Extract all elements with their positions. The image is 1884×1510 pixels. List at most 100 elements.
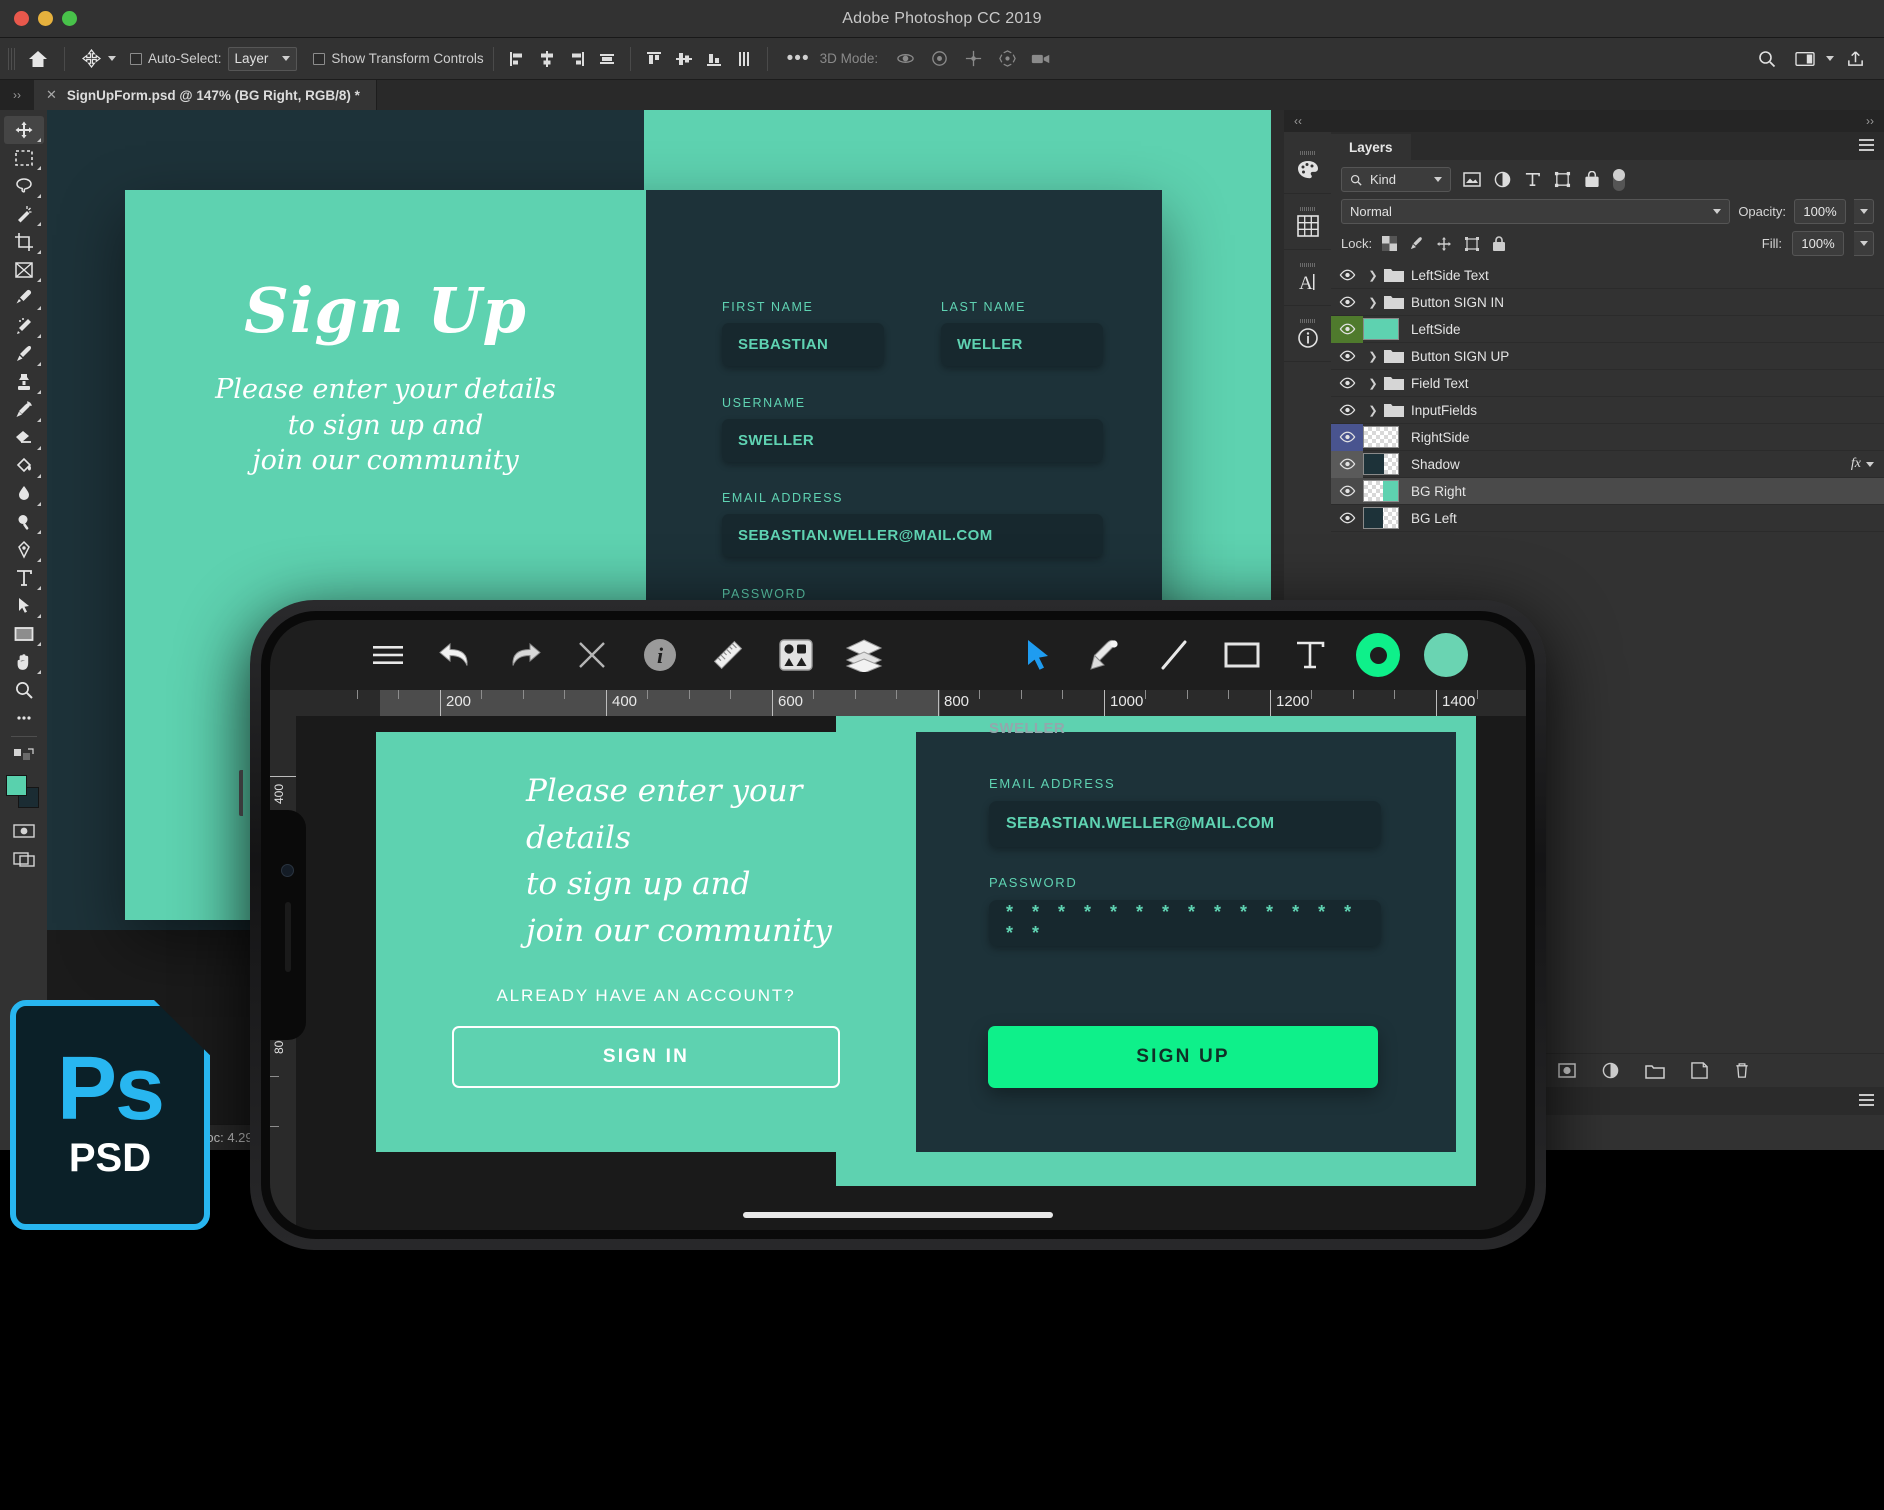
layer-visibility-toggle[interactable]	[1331, 343, 1363, 370]
tool-preset-chevron-down-icon[interactable]	[108, 56, 116, 61]
eyedropper-tool[interactable]	[4, 284, 44, 312]
table-row[interactable]: ❯ Button SIGN UP	[1331, 343, 1884, 370]
align-horizontal-centers-icon[interactable]	[533, 45, 561, 73]
collapse-panel-chevron-icon[interactable]: ››	[0, 80, 34, 110]
align-top-edges-icon[interactable]	[640, 45, 668, 73]
horizontal-ruler[interactable]: 200 400 600 800 1000 1200 1400	[270, 690, 1526, 716]
align-left-edges-icon[interactable]	[503, 45, 531, 73]
chevron-right-icon[interactable]: ❯	[1363, 296, 1383, 309]
rectangular-marquee-tool[interactable]	[4, 144, 44, 172]
table-row[interactable]: ❯ Field Text	[1331, 370, 1884, 397]
table-row[interactable]: LeftSide	[1331, 315, 1884, 343]
dock-collapse-right-icon[interactable]: ››	[1866, 114, 1874, 128]
home-indicator[interactable]	[743, 1212, 1053, 1218]
distribute-horizontal-icon[interactable]	[593, 45, 621, 73]
field-last-name-input[interactable]: WELLER	[941, 323, 1103, 366]
chevron-right-icon[interactable]: ❯	[1363, 377, 1383, 390]
auto-select-scope-dropdown[interactable]: Layer	[227, 46, 298, 71]
opacity-chevron-down-icon[interactable]	[1854, 199, 1874, 224]
tab-layers[interactable]: Layers	[1331, 134, 1411, 160]
lock-position-icon[interactable]	[1436, 236, 1452, 252]
quick-mask-mode-icon[interactable]	[4, 817, 44, 845]
layer-thumbnail[interactable]	[1363, 453, 1399, 475]
magic-wand-tool[interactable]	[4, 200, 44, 228]
text-icon[interactable]	[1276, 620, 1344, 690]
brush-tool[interactable]	[4, 340, 44, 368]
spot-healing-brush-tool[interactable]	[4, 312, 44, 340]
shapes-icon[interactable]	[762, 620, 830, 690]
new-adjustment-layer-icon[interactable]	[1602, 1062, 1619, 1079]
layer-visibility-toggle[interactable]	[1331, 262, 1363, 289]
edit-toolbar-button[interactable]	[4, 704, 44, 732]
fill-color-swatch[interactable]	[1412, 620, 1480, 690]
3d-pan-icon[interactable]	[956, 44, 990, 74]
hand-tool[interactable]	[4, 648, 44, 676]
shape-layer-filter-icon[interactable]	[1549, 168, 1575, 192]
table-row[interactable]: ❯ InputFields	[1331, 397, 1884, 424]
crop-tool[interactable]	[4, 228, 44, 256]
home-icon[interactable]	[21, 44, 55, 74]
layer-visibility-toggle[interactable]	[1331, 450, 1363, 478]
new-group-icon[interactable]	[1644, 1063, 1665, 1079]
field-first-name-input[interactable]: SEBASTIAN	[722, 323, 884, 366]
layer-effects-badge[interactable]: fx	[1851, 456, 1874, 472]
phone-side-button[interactable]	[239, 770, 243, 816]
lock-artboard-nesting-icon[interactable]	[1464, 236, 1480, 252]
field-username-input[interactable]: SWELLER	[722, 419, 1103, 462]
chevron-right-icon[interactable]: ❯	[1363, 404, 1383, 417]
close-icon[interactable]	[558, 620, 626, 690]
fill-chevron-down-icon[interactable]	[1854, 231, 1874, 256]
hamburger-menu-icon[interactable]	[354, 620, 422, 690]
field-email-input[interactable]: SEBASTIAN.WELLER@MAIL.COM	[722, 514, 1103, 557]
table-row[interactable]: ❯ Button SIGN IN	[1331, 289, 1884, 316]
chevron-down-icon[interactable]	[1866, 461, 1874, 467]
sign-in-button[interactable]: SIGN IN	[452, 1026, 840, 1088]
layer-filter-kind-dropdown[interactable]: Kind	[1341, 167, 1451, 192]
document-tab[interactable]: ✕ SignUpForm.psd @ 147% (BG Right, RGB/8…	[34, 80, 377, 110]
redo-icon[interactable]	[490, 620, 558, 690]
history-brush-tool[interactable]	[4, 396, 44, 424]
layers-icon[interactable]	[830, 620, 898, 690]
smart-object-filter-icon[interactable]	[1579, 168, 1605, 192]
hamburger-menu-icon[interactable]	[1859, 139, 1874, 151]
more-options-button[interactable]: •••	[777, 48, 820, 70]
foreground-color-swatch[interactable]	[5, 775, 27, 796]
cursor-select-icon[interactable]	[1004, 620, 1072, 690]
new-layer-icon[interactable]	[1690, 1062, 1708, 1079]
chevron-right-icon[interactable]: ❯	[1363, 350, 1383, 363]
3d-orbit-icon[interactable]	[888, 44, 922, 74]
opacity-value[interactable]: 100%	[1794, 199, 1846, 224]
table-row[interactable]: BG Left	[1331, 505, 1884, 532]
workspace-icon[interactable]	[1788, 44, 1822, 74]
zoom-tool[interactable]	[4, 676, 44, 704]
lock-image-pixels-icon[interactable]	[1409, 236, 1424, 251]
3d-camera-icon[interactable]	[1024, 44, 1058, 74]
share-icon[interactable]	[1838, 44, 1872, 74]
dodge-tool[interactable]	[4, 508, 44, 536]
layer-visibility-toggle[interactable]	[1331, 478, 1363, 505]
layer-thumbnail[interactable]	[1363, 318, 1399, 340]
rectangle-icon[interactable]	[1208, 620, 1276, 690]
path-selection-tool[interactable]	[4, 592, 44, 620]
layer-visibility-toggle[interactable]	[1331, 370, 1363, 397]
lasso-tool[interactable]	[4, 172, 44, 200]
default-colors-icon[interactable]	[4, 741, 44, 769]
frame-tool[interactable]	[4, 256, 44, 284]
table-row[interactable]: Shadow fx	[1331, 450, 1884, 478]
adjustment-layer-filter-icon[interactable]	[1489, 168, 1515, 192]
sign-up-button[interactable]: SIGN UP	[988, 1026, 1378, 1088]
distribute-vertical-icon[interactable]	[730, 45, 758, 73]
clone-stamp-tool[interactable]	[4, 368, 44, 396]
show-transform-controls-checkbox[interactable]: Show Transform Controls	[313, 51, 484, 66]
layer-thumbnail[interactable]	[1363, 507, 1399, 529]
paint-bucket-tool[interactable]	[4, 452, 44, 480]
app-canvas[interactable]: Please enter your details to sign up and…	[296, 716, 1526, 1230]
auto-select-checkbox-box[interactable]	[130, 52, 142, 65]
swatches-icon[interactable]	[1284, 138, 1331, 194]
layer-thumbnail[interactable]	[1363, 426, 1399, 448]
layer-visibility-toggle[interactable]	[1331, 315, 1363, 343]
color-swatches[interactable]	[5, 775, 42, 809]
layer-thumbnail[interactable]	[1363, 480, 1399, 502]
ruler-icon[interactable]	[694, 620, 762, 690]
move-tool[interactable]	[3, 116, 44, 144]
